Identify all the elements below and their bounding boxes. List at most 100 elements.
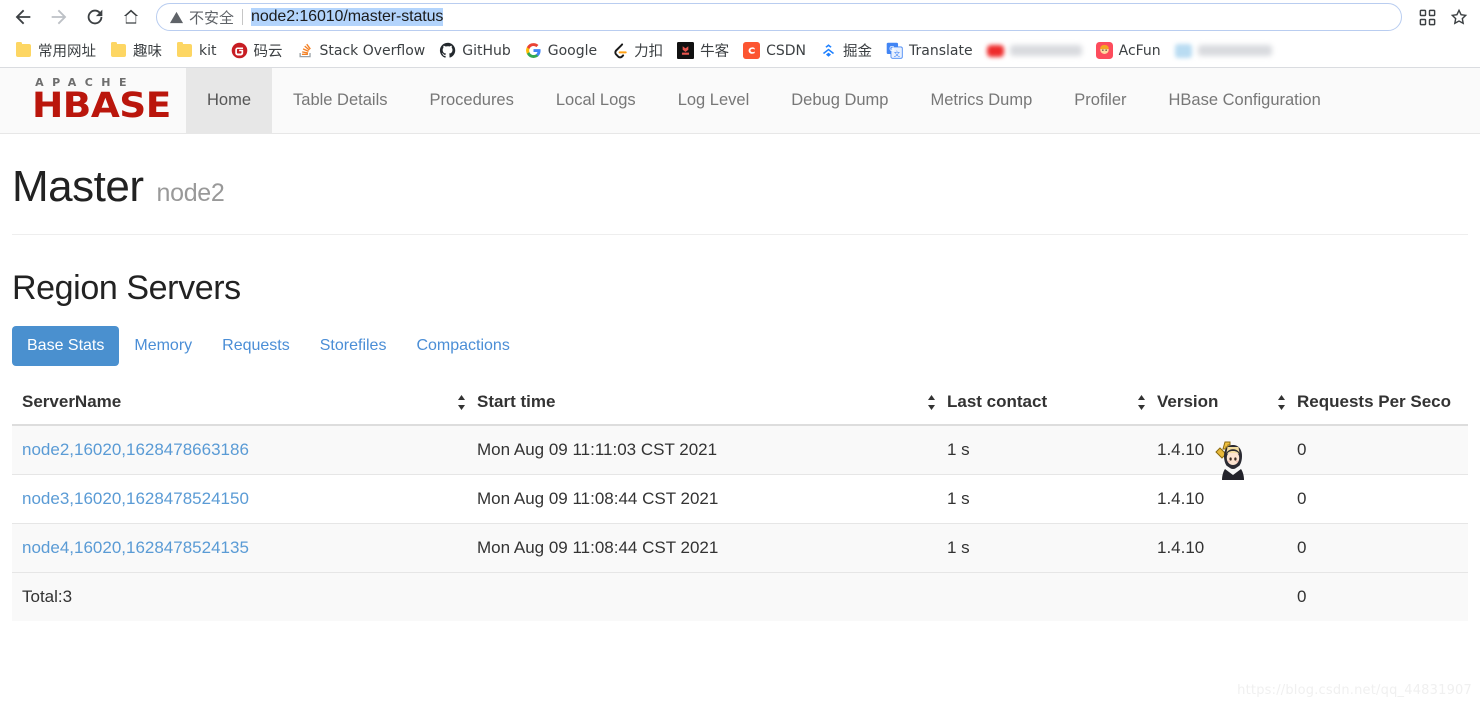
- bookmark-label: CSDN: [766, 42, 807, 59]
- nav-item-metrics-dump[interactable]: Metrics Dump: [909, 68, 1053, 133]
- table-body: node2,16020,1628478663186 Mon Aug 09 11:…: [12, 424, 1468, 621]
- sort-arrows-icon[interactable]: [1277, 395, 1287, 415]
- page-content: Master node2 Region Servers Base Stats M…: [0, 134, 1480, 621]
- watermark-text: https://blog.csdn.net/qq_44831907: [1237, 683, 1472, 698]
- column-header-version[interactable]: Version: [1138, 384, 1287, 426]
- bookmark-label: 牛客: [700, 44, 730, 60]
- nav-item-debug-dump[interactable]: Debug Dump: [770, 68, 909, 133]
- unknown-site-icon: [1174, 42, 1192, 59]
- bookmark-google[interactable]: Google: [518, 38, 604, 64]
- tab-memory[interactable]: Memory: [119, 326, 207, 366]
- svg-text:文: 文: [894, 49, 901, 58]
- nav-item-profiler[interactable]: Profiler: [1053, 68, 1147, 133]
- bookmark-folder-changyongwangzhi[interactable]: 常用网址: [8, 38, 103, 64]
- cell-version: 1.4.10: [1147, 474, 1287, 524]
- page-title: Master: [12, 162, 144, 211]
- table-header-row: ServerName Start time Last contact Versi…: [12, 384, 1468, 426]
- google-translate-icon: G文: [886, 42, 903, 59]
- bookmark-leetcode[interactable]: 力扣: [604, 38, 670, 64]
- nav-item-hbase-configuration[interactable]: HBase Configuration: [1148, 68, 1342, 133]
- back-button[interactable]: [8, 2, 38, 32]
- juejin-icon: [820, 42, 837, 59]
- cell-total-requests: 0: [1287, 572, 1468, 621]
- column-header-last-contact[interactable]: Last contact: [928, 384, 1147, 426]
- bookmark-label: 掘金: [843, 44, 873, 60]
- star-bookmark-icon[interactable]: [1446, 4, 1472, 30]
- sort-arrows-icon[interactable]: [1137, 395, 1147, 415]
- column-label: Start time: [477, 392, 556, 411]
- bookmark-folder-kit[interactable]: kit: [169, 38, 224, 64]
- warning-triangle-icon[interactable]: [169, 10, 184, 25]
- nav-item-home[interactable]: Home: [186, 68, 273, 133]
- column-header-servername[interactable]: ServerName: [12, 384, 467, 426]
- region-server-tabs: Base Stats Memory Requests Storefiles Co…: [12, 326, 1468, 366]
- bookmark-label-blurred: [1197, 45, 1272, 56]
- nav-item-log-level[interactable]: Log Level: [657, 68, 771, 133]
- logo-hbase-text: HBASE: [32, 86, 171, 126]
- github-icon: [439, 42, 456, 59]
- cell-total-last-contact: [937, 572, 1147, 621]
- security-status-label: 不安全: [189, 8, 235, 27]
- bookmark-unknown-blurred[interactable]: [1168, 38, 1279, 64]
- qr-code-icon[interactable]: [1414, 4, 1440, 30]
- youtube-icon: [986, 42, 1004, 59]
- home-button[interactable]: [116, 2, 146, 32]
- address-bar[interactable]: 不安全 node2:16010/master-status: [156, 3, 1402, 31]
- column-header-start-time[interactable]: Start time: [458, 384, 937, 426]
- bookmark-folder-quwei[interactable]: 趣味: [103, 38, 169, 64]
- browser-window: 不安全 node2:16010/master-status 常用网址 趣味 ki…: [0, 0, 1480, 702]
- back-arrow-icon: [12, 6, 34, 28]
- bookmark-github[interactable]: GitHub: [432, 38, 518, 64]
- sort-arrows-icon[interactable]: [927, 395, 937, 415]
- cell-total-label: Total:3: [12, 572, 467, 621]
- bookmark-google-translate[interactable]: G文 Translate: [879, 38, 980, 64]
- tab-compactions[interactable]: Compactions: [401, 326, 524, 366]
- table-total-row: Total:3 0: [12, 572, 1468, 621]
- server-link[interactable]: node4,16020,1628478524135: [22, 538, 249, 557]
- cell-servername: node3,16020,1628478524150: [12, 474, 467, 524]
- bookmark-juejin[interactable]: 掘金: [813, 38, 879, 64]
- tab-storefiles[interactable]: Storefiles: [305, 326, 402, 366]
- cell-last-contact: 1 s: [937, 474, 1147, 524]
- omnibox-divider: [242, 9, 244, 25]
- nav-item-table-details[interactable]: Table Details: [272, 68, 408, 133]
- bookmark-label: 力扣: [634, 44, 664, 60]
- server-link[interactable]: node2,16020,1628478663186: [22, 440, 249, 459]
- url-text[interactable]: node2:16010/master-status: [251, 8, 443, 26]
- bookmark-label: Google: [547, 42, 598, 59]
- bookmark-csdn[interactable]: CSDN: [736, 38, 813, 64]
- cell-last-contact: 1 s: [937, 424, 1147, 475]
- bookmark-youtube-blurred[interactable]: [980, 38, 1089, 64]
- nav-item-procedures[interactable]: Procedures: [408, 68, 534, 133]
- master-header: Master node2: [12, 134, 1468, 235]
- cell-total-start-time: [467, 572, 937, 621]
- forward-button[interactable]: [44, 2, 74, 32]
- master-hostname: node2: [156, 179, 225, 207]
- forward-arrow-icon: [48, 6, 70, 28]
- server-link[interactable]: node3,16020,1628478524150: [22, 489, 249, 508]
- column-header-requests-per-second[interactable]: Requests Per Seco: [1278, 384, 1468, 426]
- nowcoder-icon: [677, 42, 695, 59]
- bookmark-gitee[interactable]: 码云: [224, 38, 290, 64]
- column-label: Version: [1157, 392, 1219, 411]
- sort-arrows-icon[interactable]: [457, 395, 467, 415]
- tab-base-stats[interactable]: Base Stats: [12, 326, 120, 366]
- bookmark-stack-overflow[interactable]: Stack Overflow: [290, 38, 433, 64]
- table-header: ServerName Start time Last contact Versi…: [12, 384, 1468, 426]
- folder-icon: [15, 41, 32, 59]
- nav-item-list: Home Table Details Procedures Local Logs…: [186, 68, 1480, 133]
- table-row: node3,16020,1628478524150 Mon Aug 09 11:…: [12, 474, 1468, 524]
- table-row: node4,16020,1628478524135 Mon Aug 09 11:…: [12, 523, 1468, 573]
- nav-item-local-logs[interactable]: Local Logs: [535, 68, 657, 133]
- bookmark-acfun[interactable]: AcFun: [1089, 38, 1168, 64]
- column-label: Requests Per Seco: [1297, 392, 1452, 411]
- browser-toolbar: 不安全 node2:16010/master-status: [0, 0, 1480, 34]
- cell-version: 1.4.10: [1147, 424, 1287, 475]
- tab-requests[interactable]: Requests: [207, 326, 305, 366]
- bookmark-label-blurred: [1009, 45, 1082, 56]
- hbase-logo[interactable]: APACHE HBASE: [0, 68, 186, 133]
- reload-icon: [84, 6, 106, 28]
- reload-button[interactable]: [80, 2, 110, 32]
- column-label: Last contact: [947, 392, 1048, 411]
- bookmark-nowcoder[interactable]: 牛客: [670, 38, 736, 64]
